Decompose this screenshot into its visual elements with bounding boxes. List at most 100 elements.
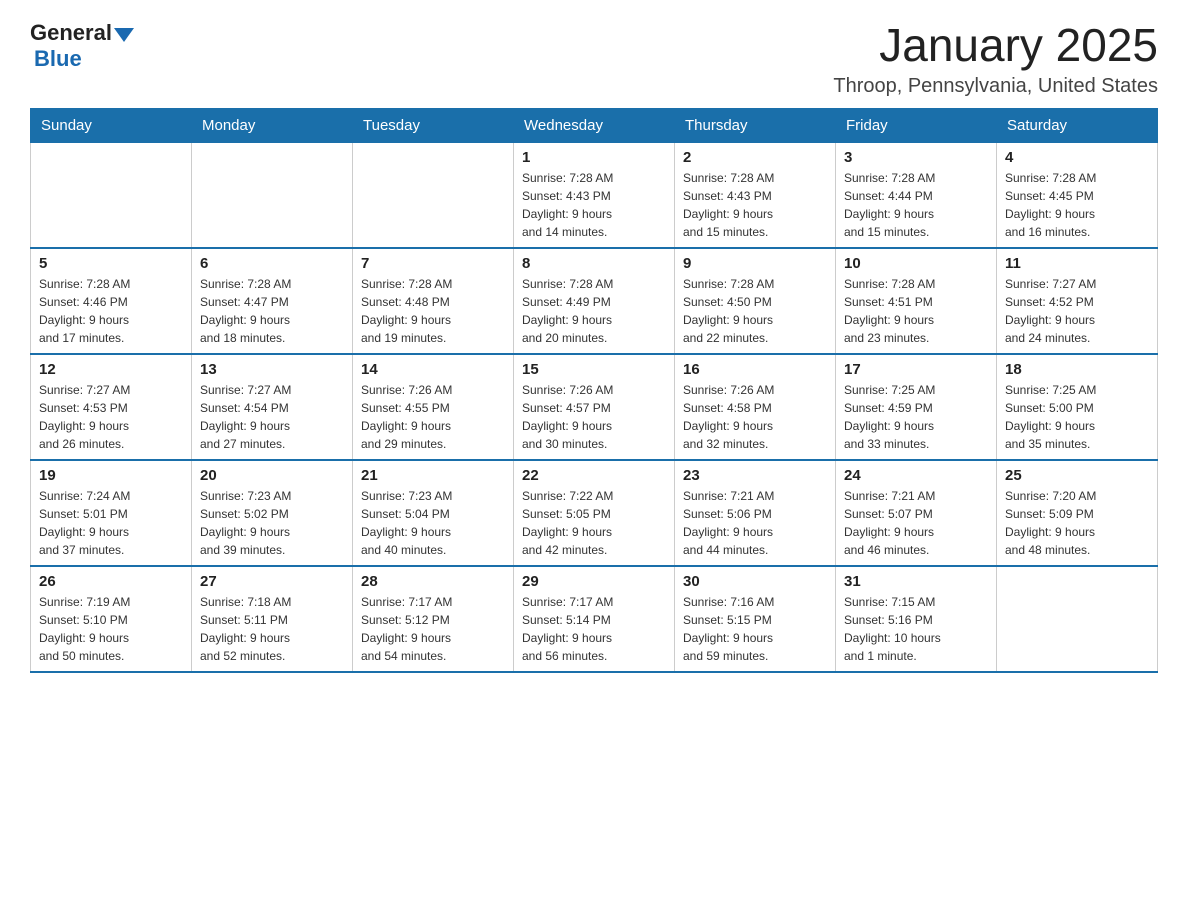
calendar-cell: 30Sunrise: 7:16 AM Sunset: 5:15 PM Dayli… — [675, 566, 836, 672]
day-number: 13 — [200, 361, 344, 378]
calendar-cell: 26 Sunrise: 7:19 AM Sunset: 5:10 PM Dayli… — [31, 566, 192, 672]
day-info: Sunrise: 7:18 AM Sunset: 5:11 PM Dayligh… — [200, 593, 344, 665]
calendar-week-row: 5 Sunrise: 7:28 AM Sunset: 4:46 PM Daylig… — [31, 248, 1158, 354]
day-number: 29 — [522, 573, 666, 590]
day-info: Sunrise: 7:28 AM Sunset: 4:46 PM Dayligh… — [39, 275, 183, 347]
day-number: 5 — [39, 255, 183, 272]
day-info: Sunrise: 7:27 AM Sunset: 4:52 PM Dayligh… — [1005, 275, 1149, 347]
calendar-cell: 14 Sunrise: 7:26 AM Sunset: 4:55 PM Dayli… — [353, 354, 514, 460]
calendar-cell: 1 Sunrise: 7:28 AM Sunset: 4:43 PM Daylig… — [514, 142, 675, 248]
calendar-cell: 28 Sunrise: 7:17 AM Sunset: 5:12 PM Dayli… — [353, 566, 514, 672]
calendar-week-row: 19 Sunrise: 7:24 AM Sunset: 5:01 PM Dayli… — [31, 460, 1158, 566]
column-header-tuesday: Tuesday — [353, 108, 514, 142]
calendar-cell — [31, 142, 192, 248]
calendar-cell: 5 Sunrise: 7:28 AM Sunset: 4:46 PM Daylig… — [31, 248, 192, 354]
day-info: Sunrise: 7:28 AM Sunset: 4:43 PM Dayligh… — [522, 169, 666, 241]
day-number: 11 — [1005, 255, 1149, 272]
day-info: Sunrise: 7:19 AM Sunset: 5:10 PM Dayligh… — [39, 593, 183, 665]
day-number: 19 — [39, 467, 183, 484]
calendar-cell: 6Sunrise: 7:28 AM Sunset: 4:47 PM Daylig… — [192, 248, 353, 354]
calendar-cell: 31Sunrise: 7:15 AM Sunset: 5:16 PM Dayli… — [836, 566, 997, 672]
day-info: Sunrise: 7:24 AM Sunset: 5:01 PM Dayligh… — [39, 487, 183, 559]
calendar-cell: 4 Sunrise: 7:28 AM Sunset: 4:45 PM Daylig… — [997, 142, 1158, 248]
calendar-cell: 17Sunrise: 7:25 AM Sunset: 4:59 PM Dayli… — [836, 354, 997, 460]
day-number: 3 — [844, 149, 988, 166]
calendar-cell — [997, 566, 1158, 672]
day-number: 21 — [361, 467, 505, 484]
day-info: Sunrise: 7:23 AM Sunset: 5:04 PM Dayligh… — [361, 487, 505, 559]
logo-arrow-icon — [114, 28, 134, 42]
day-info: Sunrise: 7:16 AM Sunset: 5:15 PM Dayligh… — [683, 593, 827, 665]
calendar-cell: 8 Sunrise: 7:28 AM Sunset: 4:49 PM Daylig… — [514, 248, 675, 354]
day-number: 27 — [200, 573, 344, 590]
day-info: Sunrise: 7:20 AM Sunset: 5:09 PM Dayligh… — [1005, 487, 1149, 559]
day-info: Sunrise: 7:21 AM Sunset: 5:06 PM Dayligh… — [683, 487, 827, 559]
calendar-cell: 7 Sunrise: 7:28 AM Sunset: 4:48 PM Daylig… — [353, 248, 514, 354]
day-number: 7 — [361, 255, 505, 272]
day-info: Sunrise: 7:17 AM Sunset: 5:12 PM Dayligh… — [361, 593, 505, 665]
calendar-cell: 25Sunrise: 7:20 AM Sunset: 5:09 PM Dayli… — [997, 460, 1158, 566]
column-header-friday: Friday — [836, 108, 997, 142]
calendar-week-row: 12 Sunrise: 7:27 AM Sunset: 4:53 PM Dayli… — [31, 354, 1158, 460]
month-title: January 2025 — [833, 20, 1158, 71]
calendar-cell: 15Sunrise: 7:26 AM Sunset: 4:57 PM Dayli… — [514, 354, 675, 460]
day-info: Sunrise: 7:28 AM Sunset: 4:45 PM Dayligh… — [1005, 169, 1149, 241]
day-number: 1 — [522, 149, 666, 166]
day-number: 26 — [39, 573, 183, 590]
column-header-wednesday: Wednesday — [514, 108, 675, 142]
day-info: Sunrise: 7:21 AM Sunset: 5:07 PM Dayligh… — [844, 487, 988, 559]
day-number: 23 — [683, 467, 827, 484]
day-info: Sunrise: 7:23 AM Sunset: 5:02 PM Dayligh… — [200, 487, 344, 559]
calendar-cell: 19 Sunrise: 7:24 AM Sunset: 5:01 PM Dayli… — [31, 460, 192, 566]
calendar-cell: 3 Sunrise: 7:28 AM Sunset: 4:44 PM Daylig… — [836, 142, 997, 248]
day-number: 24 — [844, 467, 988, 484]
day-info: Sunrise: 7:28 AM Sunset: 4:48 PM Dayligh… — [361, 275, 505, 347]
column-header-sunday: Sunday — [31, 108, 192, 142]
calendar-cell: 22 Sunrise: 7:22 AM Sunset: 5:05 PM Dayli… — [514, 460, 675, 566]
title-block: January 2025 Throop, Pennsylvania, Unite… — [833, 20, 1158, 98]
day-number: 28 — [361, 573, 505, 590]
calendar-table: SundayMondayTuesdayWednesdayThursdayFrid… — [30, 108, 1158, 673]
column-header-thursday: Thursday — [675, 108, 836, 142]
day-number: 12 — [39, 361, 183, 378]
calendar-cell — [192, 142, 353, 248]
day-number: 8 — [522, 255, 666, 272]
day-info: Sunrise: 7:25 AM Sunset: 5:00 PM Dayligh… — [1005, 381, 1149, 453]
calendar-cell — [353, 142, 514, 248]
day-number: 18 — [1005, 361, 1149, 378]
calendar-cell: 27 Sunrise: 7:18 AM Sunset: 5:11 PM Dayli… — [192, 566, 353, 672]
calendar-header-row: SundayMondayTuesdayWednesdayThursdayFrid… — [31, 108, 1158, 142]
calendar-cell: 9 Sunrise: 7:28 AM Sunset: 4:50 PM Daylig… — [675, 248, 836, 354]
day-info: Sunrise: 7:28 AM Sunset: 4:50 PM Dayligh… — [683, 275, 827, 347]
calendar-cell: 13 Sunrise: 7:27 AM Sunset: 4:54 PM Dayli… — [192, 354, 353, 460]
day-number: 9 — [683, 255, 827, 272]
calendar-week-row: 26 Sunrise: 7:19 AM Sunset: 5:10 PM Dayli… — [31, 566, 1158, 672]
day-info: Sunrise: 7:27 AM Sunset: 4:53 PM Dayligh… — [39, 381, 183, 453]
calendar-cell: 21 Sunrise: 7:23 AM Sunset: 5:04 PM Dayli… — [353, 460, 514, 566]
column-header-saturday: Saturday — [997, 108, 1158, 142]
calendar-cell: 29 Sunrise: 7:17 AM Sunset: 5:14 PM Dayli… — [514, 566, 675, 672]
calendar-cell: 23 Sunrise: 7:21 AM Sunset: 5:06 PM Dayli… — [675, 460, 836, 566]
logo-blue-text: Blue — [34, 46, 82, 72]
location-subtitle: Throop, Pennsylvania, United States — [833, 75, 1158, 98]
page-header: General Blue January 2025 Throop, Pennsy… — [30, 20, 1158, 98]
day-info: Sunrise: 7:26 AM Sunset: 4:57 PM Dayligh… — [522, 381, 666, 453]
logo-general-text: General — [30, 20, 112, 46]
column-header-monday: Monday — [192, 108, 353, 142]
day-info: Sunrise: 7:28 AM Sunset: 4:43 PM Dayligh… — [683, 169, 827, 241]
day-info: Sunrise: 7:28 AM Sunset: 4:49 PM Dayligh… — [522, 275, 666, 347]
day-number: 4 — [1005, 149, 1149, 166]
day-number: 17 — [844, 361, 988, 378]
day-info: Sunrise: 7:22 AM Sunset: 5:05 PM Dayligh… — [522, 487, 666, 559]
calendar-cell: 16Sunrise: 7:26 AM Sunset: 4:58 PM Dayli… — [675, 354, 836, 460]
day-info: Sunrise: 7:17 AM Sunset: 5:14 PM Dayligh… — [522, 593, 666, 665]
day-number: 31 — [844, 573, 988, 590]
day-number: 22 — [522, 467, 666, 484]
day-number: 14 — [361, 361, 505, 378]
day-info: Sunrise: 7:27 AM Sunset: 4:54 PM Dayligh… — [200, 381, 344, 453]
day-info: Sunrise: 7:28 AM Sunset: 4:44 PM Dayligh… — [844, 169, 988, 241]
day-info: Sunrise: 7:26 AM Sunset: 4:55 PM Dayligh… — [361, 381, 505, 453]
day-number: 2 — [683, 149, 827, 166]
day-number: 20 — [200, 467, 344, 484]
day-info: Sunrise: 7:28 AM Sunset: 4:47 PM Dayligh… — [200, 275, 344, 347]
